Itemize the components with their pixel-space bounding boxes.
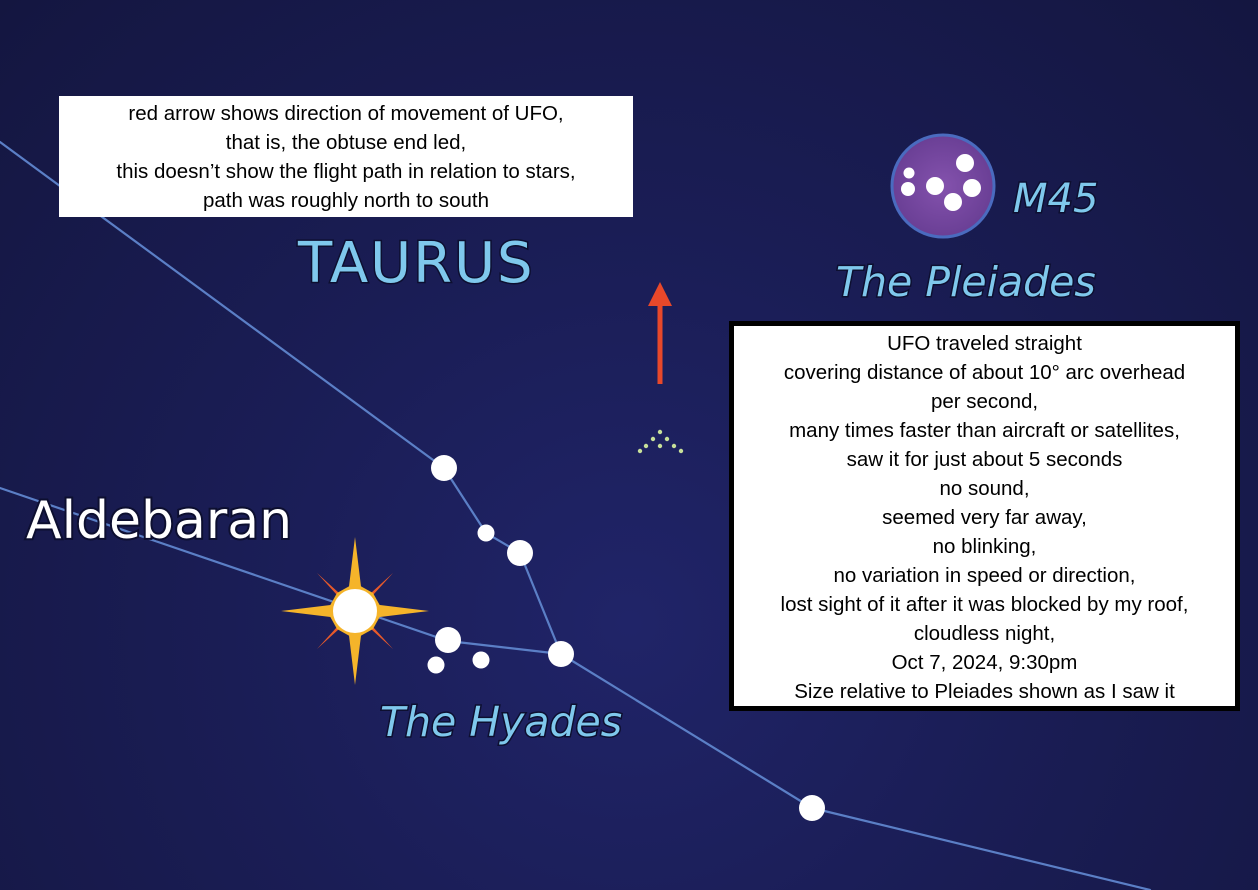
note-line: UFO traveled straight — [887, 332, 1082, 355]
m45-label: M45 — [1013, 176, 1098, 222]
note-line: seemed very far away, — [882, 506, 1087, 529]
star — [548, 641, 574, 667]
note-box-direction: red arrow shows direction of movement of… — [59, 96, 633, 217]
constellation-line-hyades-d — [446, 639, 563, 656]
note-line: this doesn’t show the flight path in rel… — [116, 160, 576, 183]
star — [477, 524, 495, 542]
note-line: Oct 7, 2024, 9:30pm — [891, 651, 1078, 674]
constellation-line-hyades-c — [518, 551, 563, 656]
direction-arrow-icon — [648, 282, 672, 384]
aldebaran-star-icon — [281, 537, 429, 685]
note-line: cloudless night, — [913, 622, 1056, 645]
star — [799, 795, 825, 821]
note-line: path was roughly north to south — [202, 189, 490, 212]
note-box-details: UFO traveled straight covering distance … — [729, 321, 1240, 711]
star — [472, 651, 490, 669]
note-line: no variation in speed or direction, — [833, 564, 1136, 587]
star — [427, 656, 445, 674]
note-line: lost sight of it after it was blocked by… — [780, 593, 1189, 616]
star — [507, 540, 533, 566]
star — [435, 627, 461, 653]
note-line: that is, the obtuse end led, — [225, 131, 467, 154]
note-line: Size relative to Pleiades shown as I saw… — [794, 680, 1175, 703]
note-line: per second, — [930, 390, 1039, 413]
note-line: red arrow shows direction of movement of… — [128, 102, 564, 125]
note-line: saw it for just about 5 seconds — [846, 448, 1123, 471]
pleiades-m45-icon — [890, 133, 996, 239]
taurus-label: TAURUS — [297, 231, 535, 296]
aldebaran-label: Aldebaran — [26, 491, 292, 551]
note-line: covering distance of about 10° arc overh… — [783, 361, 1186, 384]
note-line: many times faster than aircraft or satel… — [789, 419, 1180, 442]
constellation-line-tail — [810, 806, 1152, 890]
hyades-label: The Hyades — [380, 698, 622, 746]
note-line: no sound, — [939, 477, 1030, 500]
star — [431, 455, 457, 481]
ufo-dots-icon — [637, 429, 684, 454]
pleiades-label: The Pleiades — [836, 258, 1096, 306]
note-line: no blinking, — [932, 535, 1037, 558]
